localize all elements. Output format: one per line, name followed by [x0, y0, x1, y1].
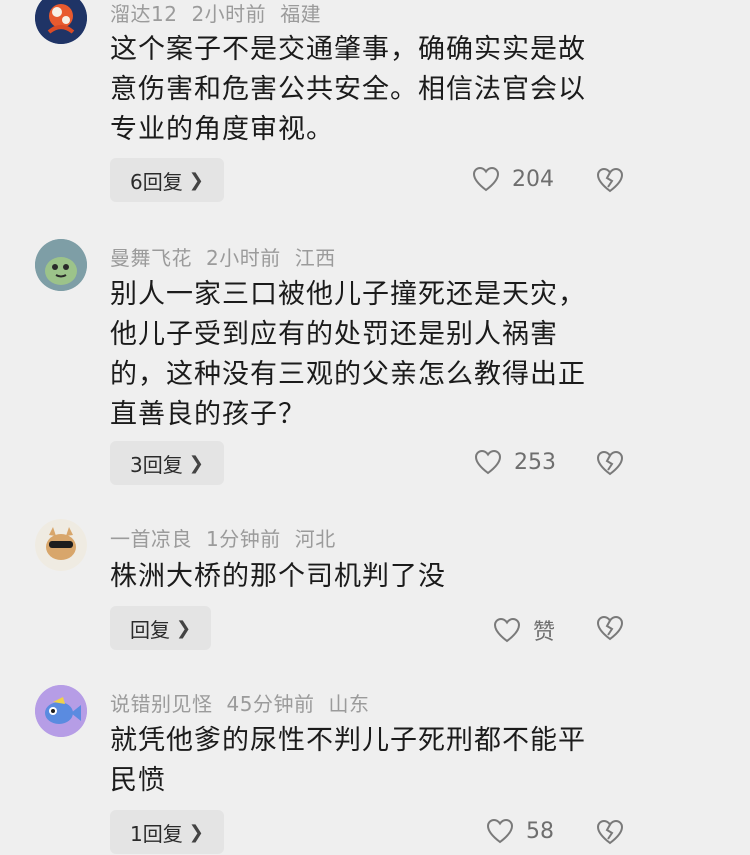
reply-label: 6回复	[130, 169, 183, 194]
comment-line: 意伤害和危害公共安全。相信法官会以	[110, 74, 586, 105]
comment-meta: 溜达12 2小时前 福建	[110, 0, 335, 27]
username[interactable]: 曼舞飞花	[110, 246, 192, 270]
broken-heart-icon	[596, 167, 624, 193]
comment-time: 1分钟前	[206, 527, 281, 551]
comment-text: 就凭他爹的尿性不判儿子死刑都不能平 民愤	[110, 721, 640, 801]
dislike-button[interactable]	[596, 167, 624, 195]
like-button[interactable]: 253	[474, 449, 556, 475]
broken-heart-icon	[596, 450, 624, 476]
heart-outline-icon	[472, 166, 500, 192]
comment-line: 就凭他爹的尿性不判儿子死刑都不能平	[110, 725, 586, 756]
comment-line: 专业的角度审视。	[110, 114, 334, 145]
comment-time: 2小时前	[206, 246, 281, 270]
comment-text: 别人一家三口被他儿子撞死还是天灾， 他儿子受到应有的处罚还是别人祸害 的，这种没…	[110, 275, 640, 435]
reply-label: 回复	[130, 617, 170, 642]
view-replies-button[interactable]: 3回复 ❯	[110, 441, 224, 485]
reply-label: 3回复	[130, 452, 183, 477]
comment-meta: 曼舞飞花 2小时前 江西	[110, 242, 350, 271]
view-replies-button[interactable]: 6回复 ❯	[110, 158, 224, 202]
like-button[interactable]: 204	[472, 166, 554, 192]
comment-line: 的，这种没有三观的父亲怎么教得出正	[110, 359, 586, 390]
like-label: 赞	[533, 620, 556, 645]
like-count: 204	[512, 166, 554, 192]
comment-line: 他儿子受到应有的处罚还是别人祸害	[110, 319, 558, 350]
dislike-button[interactable]	[596, 819, 624, 847]
like-button[interactable]: 赞	[493, 614, 555, 646]
username[interactable]: 溜达12	[110, 2, 177, 26]
comment-line: 别人一家三口被他儿子撞死还是天灾，	[110, 279, 586, 310]
view-replies-button[interactable]: 1回复 ❯	[110, 810, 224, 854]
chevron-right-icon: ❯	[188, 452, 204, 474]
comment-time: 45分钟前	[226, 692, 315, 716]
comment-line: 株洲大桥的那个司机判了没	[110, 561, 446, 592]
chevron-right-icon: ❯	[188, 821, 204, 843]
heart-outline-icon	[474, 449, 502, 475]
comment-time: 2小时前	[191, 2, 267, 26]
avatar[interactable]	[35, 239, 87, 291]
reply-label: 1回复	[130, 821, 183, 846]
comment-line: 民愤	[110, 765, 166, 796]
comment-text: 株洲大桥的那个司机判了没	[110, 557, 640, 597]
comment-text: 这个案子不是交通肇事，确确实实是故 意伤害和危害公共安全。相信法官会以 专业的角…	[110, 30, 640, 150]
username[interactable]: 说错别见怪	[110, 692, 213, 716]
comment-location: 山东	[328, 692, 370, 716]
chevron-right-icon: ❯	[176, 617, 192, 639]
comment-meta: 一首凉良 1分钟前 河北	[110, 523, 350, 552]
comment-meta: 说错别见怪 45分钟前 山东	[110, 688, 383, 717]
broken-heart-icon	[596, 615, 624, 641]
dislike-button[interactable]	[596, 450, 624, 478]
avatar[interactable]	[35, 685, 87, 737]
like-button[interactable]: 58	[486, 818, 554, 844]
dislike-button[interactable]	[596, 615, 624, 643]
like-count: 253	[514, 449, 556, 475]
username[interactable]: 一首凉良	[110, 527, 192, 551]
comment-location: 河北	[294, 527, 336, 551]
like-count: 58	[526, 818, 554, 844]
comment-line: 直善良的孩子？	[110, 399, 306, 430]
heart-outline-icon	[486, 818, 514, 844]
chevron-right-icon: ❯	[188, 169, 204, 191]
comment-line: 这个案子不是交通肇事，确确实实是故	[110, 34, 586, 65]
comment-location: 江西	[294, 246, 336, 270]
broken-heart-icon	[596, 819, 624, 845]
avatar[interactable]	[35, 519, 87, 571]
avatar[interactable]	[35, 0, 87, 44]
heart-outline-icon	[493, 617, 521, 643]
view-replies-button[interactable]: 回复 ❯	[110, 606, 212, 650]
comment-location: 福建	[280, 2, 322, 26]
